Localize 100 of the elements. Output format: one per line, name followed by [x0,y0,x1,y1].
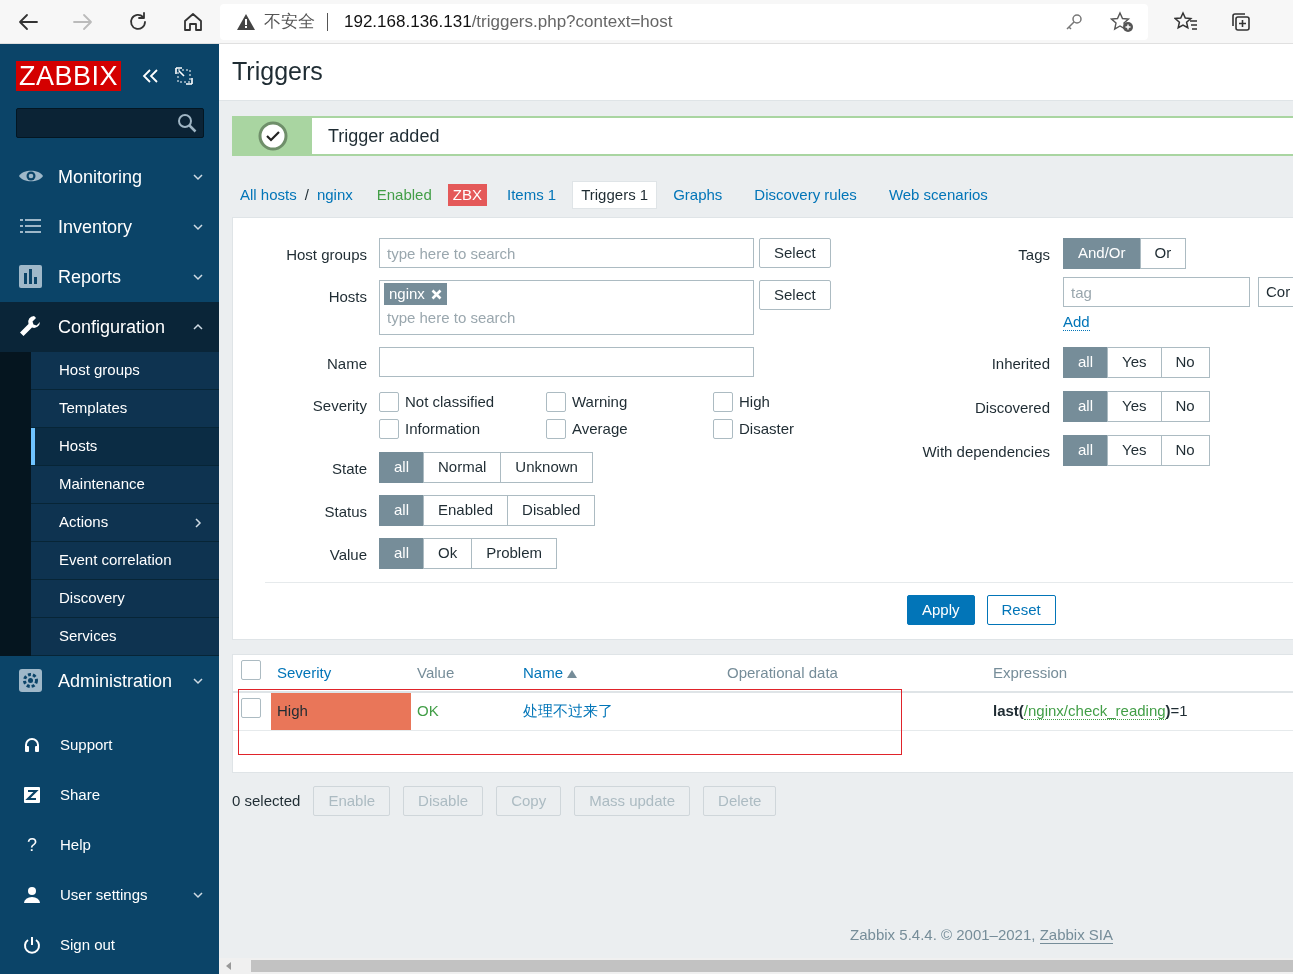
menu-item[interactable]: Reports [0,252,219,302]
reset-button[interactable]: Reset [986,595,1056,625]
search-field[interactable] [16,108,204,138]
field-label: Discovered [973,397,1050,418]
column-header: Expression [993,663,1068,681]
menu-item[interactable]: Sign out [0,920,219,970]
home-icon[interactable] [181,10,204,33]
submenu-item[interactable]: Templates [31,390,219,428]
add-link[interactable]: Add [1063,313,1090,331]
warning-icon [236,12,256,31]
address-bar[interactable]: 不安全 192.168.136.131/triggers.php?context=host [220,3,1148,40]
segment-button[interactable]: Ok [423,538,473,569]
logo[interactable]: ZABBIX [16,61,122,91]
segment-button[interactable]: Problem [471,538,558,569]
host-tab[interactable]: Items 1 [499,181,565,209]
collections-icon[interactable] [1229,10,1252,33]
name-field[interactable] [379,347,754,377]
chevron-right-icon [193,517,203,528]
trigger-name-link[interactable]: 处理不过来了 [523,702,613,720]
url-text: 192.168.136.131/triggers.php?context=host [344,10,673,33]
segment-button[interactable]: Normal [423,452,502,483]
segment-button[interactable]: No [1160,434,1210,466]
chevron-up-icon [193,322,203,332]
select-button[interactable]: Select [759,238,831,268]
checkbox-label: Warning [572,392,628,412]
submenu-item[interactable]: Maintenance [31,466,219,504]
favorites-icon[interactable] [1173,10,1198,33]
host-tab[interactable]: Web scenarios [880,181,996,209]
field-label: Status [323,502,367,522]
operator-dropdown[interactable]: Cor [1258,277,1293,307]
segment-button[interactable]: Enabled [423,495,509,526]
host-tab[interactable]: Discovery rules [746,181,865,209]
menu-item[interactable]: Administration [0,656,219,706]
submenu-item[interactable]: Hosts [31,428,219,466]
menu-item[interactable]: Monitoring [0,152,219,202]
checkbox[interactable] [241,659,261,680]
segment-button[interactable]: Yes [1107,346,1162,378]
breadcrumb-separator: / [304,184,309,205]
submenu-item[interactable]: Host groups [31,352,219,390]
segment-button[interactable]: Or [1139,238,1187,269]
tag-field[interactable]: tag [1063,277,1250,307]
remove-icon[interactable] [430,288,442,300]
checkbox[interactable] [241,698,261,719]
expression-text: last(/nginx/check_reading)=1 [993,702,1188,721]
checkbox[interactable] [546,392,566,413]
segment-button[interactable]: No [1160,346,1210,378]
severity-cell: High [271,693,411,730]
footer-text: Zabbix 5.4.4. © 2001–2021, [850,925,1037,943]
key-icon[interactable] [1064,11,1084,32]
host-tab[interactable]: Graphs [665,181,731,209]
chevron-down-icon [193,172,203,182]
menu-item[interactable]: Share [0,770,219,820]
field-label: Hosts [327,287,367,307]
checkbox[interactable] [713,392,733,413]
bar-chart-icon [18,264,44,290]
breadcrumb-link[interactable]: All hosts [240,183,297,207]
action-button: Copy [496,786,562,816]
search-icon[interactable] [177,113,197,133]
segment-button[interactable]: Disabled [507,495,596,526]
breadcrumb-link[interactable]: nginx [316,183,353,207]
chevron-down-icon [193,272,203,282]
checkbox[interactable] [713,418,733,439]
field-label: Inherited [990,353,1050,374]
menu-item[interactable]: Configuration [0,302,219,352]
menu-item[interactable]: Inventory [0,202,219,252]
checkbox-label: Disaster [739,418,794,439]
action-button: Delete [703,786,777,816]
submenu-item[interactable]: Discovery [31,580,219,618]
segment-button[interactable]: Unknown [500,452,593,483]
checkbox[interactable] [546,418,566,439]
apply-button[interactable]: Apply [907,595,975,625]
checkbox[interactable] [379,392,399,413]
menu-item[interactable]: Support [0,720,219,770]
segment-button[interactable]: Yes [1107,390,1162,422]
menu-item[interactable]: ? Help [0,820,219,870]
column-header: Operational data [727,663,838,681]
checkbox[interactable] [379,418,399,439]
menu-item[interactable]: User settings [0,870,219,920]
segment-button[interactable]: Yes [1107,434,1162,466]
field-label: With dependencies [921,441,1050,462]
field-label: Severity [311,396,367,416]
column-header[interactable]: Name [523,663,577,681]
scroll-left-icon[interactable] [225,962,233,970]
select-button[interactable]: Select [759,280,831,310]
action-button: Enable [313,786,391,816]
submenu-item[interactable]: Services [31,618,219,656]
column-header[interactable]: Severity [277,661,332,685]
page-title: Triggers [219,44,1293,101]
collapse-icon[interactable] [141,68,160,84]
host-groups-field[interactable]: type here to search [379,238,754,268]
submenu-item[interactable]: Event correlation [31,542,219,580]
kiosk-mode-icon[interactable] [175,67,194,85]
field-label: Value [328,545,367,565]
column-header: Value [417,663,455,681]
star-add-icon[interactable] [1110,10,1134,33]
segment-button[interactable]: No [1160,390,1210,422]
submenu-item[interactable]: Actions [31,504,219,542]
host-tab[interactable]: Triggers 1 [572,180,658,210]
field-label: Name [326,354,367,374]
horizontal-scrollbar[interactable] [219,958,1293,974]
